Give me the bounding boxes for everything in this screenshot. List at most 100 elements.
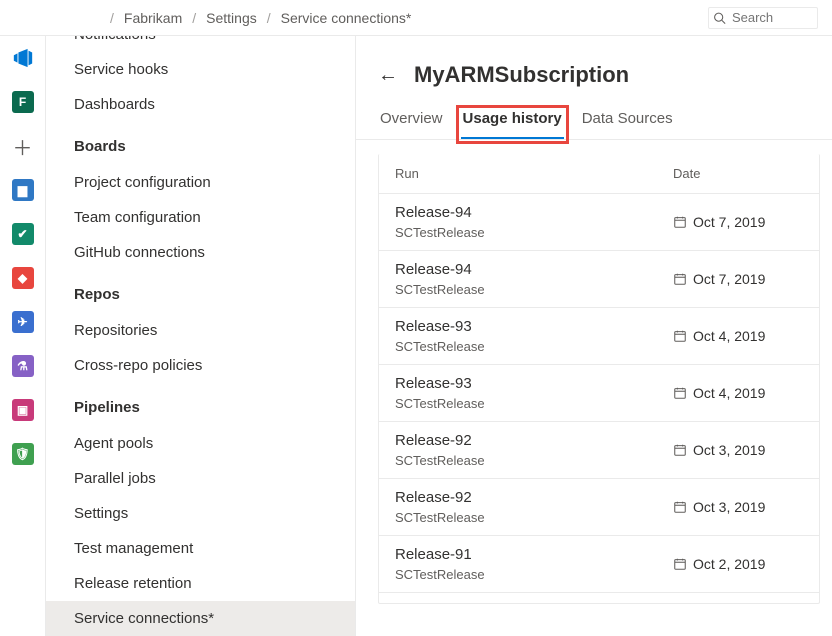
calendar-icon	[673, 272, 687, 286]
rail-item-1[interactable]: ▆	[7, 174, 39, 206]
date-cell: Oct 7, 2019	[673, 271, 803, 287]
date-text: Oct 7, 2019	[693, 214, 765, 230]
sidebar-item-cross-repo-policies[interactable]: Cross-repo policies	[46, 348, 355, 383]
search-icon	[713, 10, 726, 26]
col-header-run[interactable]: Run	[395, 166, 673, 181]
breadcrumb-sep: /	[267, 10, 271, 26]
settings-sidebar[interactable]: NotificationsService hooksDashboardsBoar…	[46, 36, 356, 636]
run-name: Release-94	[395, 261, 673, 278]
calendar-icon	[673, 329, 687, 343]
sidebar-item-team-configuration[interactable]: Team configuration	[46, 200, 355, 235]
usage-table: Run Date Release-94 SCTestRelease Oct 7, 2…	[356, 140, 832, 604]
tile-icon: ✔	[12, 223, 34, 245]
sidebar-item-service-connections-[interactable]: Service connections*	[46, 601, 355, 636]
section-header: Repos	[46, 270, 355, 313]
breadcrumb-service-connections[interactable]: Service connections*	[281, 10, 412, 26]
tile-icon: ▆	[12, 179, 34, 201]
rail-project[interactable]: F	[7, 86, 39, 118]
section-header: Boards	[46, 122, 355, 165]
table-row[interactable]: Release-94 SCTestRelease Oct 7, 2019	[379, 251, 819, 308]
tab-data-sources[interactable]: Data Sources	[580, 110, 675, 139]
rail-item-2[interactable]: ✔	[7, 218, 39, 250]
tab-usage-history[interactable]: Usage history	[461, 110, 564, 139]
rail-item-3[interactable]: ◆	[7, 262, 39, 294]
breadcrumb-sep: /	[192, 10, 196, 26]
run-name: Release-93	[395, 318, 673, 335]
search-box[interactable]	[708, 7, 818, 29]
run-name: Release-91	[395, 546, 673, 563]
calendar-icon	[673, 386, 687, 400]
date-text: Oct 7, 2019	[693, 271, 765, 287]
table-row[interactable]: Release-91SCTestReleaseOct 2, 2019	[379, 536, 819, 593]
run-pipeline: SCTestRelease	[395, 396, 673, 411]
rail-item-4[interactable]: ✈	[7, 306, 39, 338]
tile-icon: ⚗	[12, 355, 34, 377]
run-name: Release-92	[395, 432, 673, 449]
sidebar-item-service-hooks[interactable]: Service hooks	[46, 52, 355, 87]
date-cell: Oct 3, 2019	[673, 499, 803, 515]
table-row[interactable]: Release-93 SCTestRelease Oct 4, 2019	[379, 365, 819, 422]
run-cell: Release-92SCTestRelease	[395, 432, 673, 468]
run-cell: Release-92 SCTestRelease	[395, 489, 673, 525]
main-header: ← MyARMSubscription	[356, 62, 832, 88]
table-row[interactable]: Release-92SCTestReleaseOct 3, 2019	[379, 422, 819, 479]
date-text: Oct 4, 2019	[693, 385, 765, 401]
sidebar-item-github-connections[interactable]: GitHub connections	[46, 235, 355, 270]
run-pipeline: SCTestRelease	[395, 510, 673, 525]
table-row[interactable]: Release-93 SCTestRelease Oct 4, 2019	[379, 308, 819, 365]
section-header: Pipelines	[46, 383, 355, 426]
breadcrumb-settings[interactable]: Settings	[206, 10, 257, 26]
table-row[interactable]: Release-92 SCTestRelease Oct 3, 2019	[379, 479, 819, 536]
tile-icon: ▣	[12, 399, 34, 421]
tabs: Overview Usage history Data Sources	[356, 110, 832, 140]
back-arrow-icon[interactable]: ←	[378, 64, 398, 87]
date-cell: Oct 7, 2019	[673, 214, 803, 230]
main-panel: ← MyARMSubscription Overview Usage histor…	[356, 36, 832, 636]
sidebar-item-parallel-jobs[interactable]: Parallel jobs	[46, 461, 355, 496]
icon-rail: F ＋ ▆ ✔ ◆ ✈ ⚗ ▣ 🛡	[0, 36, 46, 636]
tab-overview[interactable]: Overview	[378, 110, 445, 139]
breadcrumb-fabrikam[interactable]: Fabrikam	[124, 10, 182, 26]
azure-devops-logo-icon[interactable]	[7, 42, 39, 74]
table-row[interactable]: Release-94SCTestRelease Oct 7, 2019	[379, 194, 819, 251]
tile-icon: ◆	[12, 267, 34, 289]
search-input[interactable]	[732, 10, 813, 25]
run-name: Release-93	[395, 375, 673, 392]
tile-icon: 🛡	[12, 443, 34, 465]
calendar-icon	[673, 443, 687, 457]
sidebar-item-agent-pools[interactable]: Agent pools	[46, 426, 355, 461]
calendar-icon	[673, 215, 687, 229]
sidebar-item-repositories[interactable]: Repositories	[46, 313, 355, 348]
calendar-icon	[673, 557, 687, 571]
page-title: MyARMSubscription	[414, 62, 629, 88]
project-tile: F	[12, 91, 34, 113]
run-cell: Release-91SCTestRelease	[395, 546, 673, 582]
date-cell: Oct 4, 2019	[673, 385, 803, 401]
date-text: Oct 4, 2019	[693, 328, 765, 344]
run-pipeline: SCTestRelease	[395, 339, 673, 354]
top-bar: / Fabrikam / Settings / Service connecti…	[0, 0, 832, 36]
sidebar-item-dashboards[interactable]: Dashboards	[46, 87, 355, 122]
rail-item-6[interactable]: ▣	[7, 394, 39, 426]
table-scroll[interactable]: Run Date Release-94 SCTestRelease Oct 7, 2…	[378, 154, 820, 604]
date-cell: Oct 4, 2019	[673, 328, 803, 344]
run-cell: Release-93 SCTestRelease	[395, 318, 673, 354]
run-cell: Release-94 SCTestRelease	[395, 261, 673, 297]
date-cell: Oct 3, 2019	[673, 442, 803, 458]
run-cell: Release-93 SCTestRelease	[395, 375, 673, 411]
sidebar-item-settings[interactable]: Settings	[46, 496, 355, 531]
run-pipeline: SCTestRelease	[395, 225, 673, 240]
rail-add[interactable]: ＋	[7, 130, 39, 162]
rail-item-5[interactable]: ⚗	[7, 350, 39, 382]
sidebar-item-project-configuration[interactable]: Project configuration	[46, 165, 355, 200]
run-name: Release-92	[395, 489, 673, 506]
sidebar-item-notifications[interactable]: Notifications	[46, 36, 355, 52]
sidebar-item-release-retention[interactable]: Release retention	[46, 566, 355, 601]
run-pipeline: SCTestRelease	[395, 282, 673, 297]
date-cell: Oct 2, 2019	[673, 556, 803, 572]
col-header-date[interactable]: Date	[673, 166, 803, 181]
date-text: Oct 3, 2019	[693, 499, 765, 515]
sidebar-item-test-management[interactable]: Test management	[46, 531, 355, 566]
run-cell: Release-94SCTestRelease	[395, 204, 673, 240]
rail-item-7[interactable]: 🛡	[7, 438, 39, 470]
